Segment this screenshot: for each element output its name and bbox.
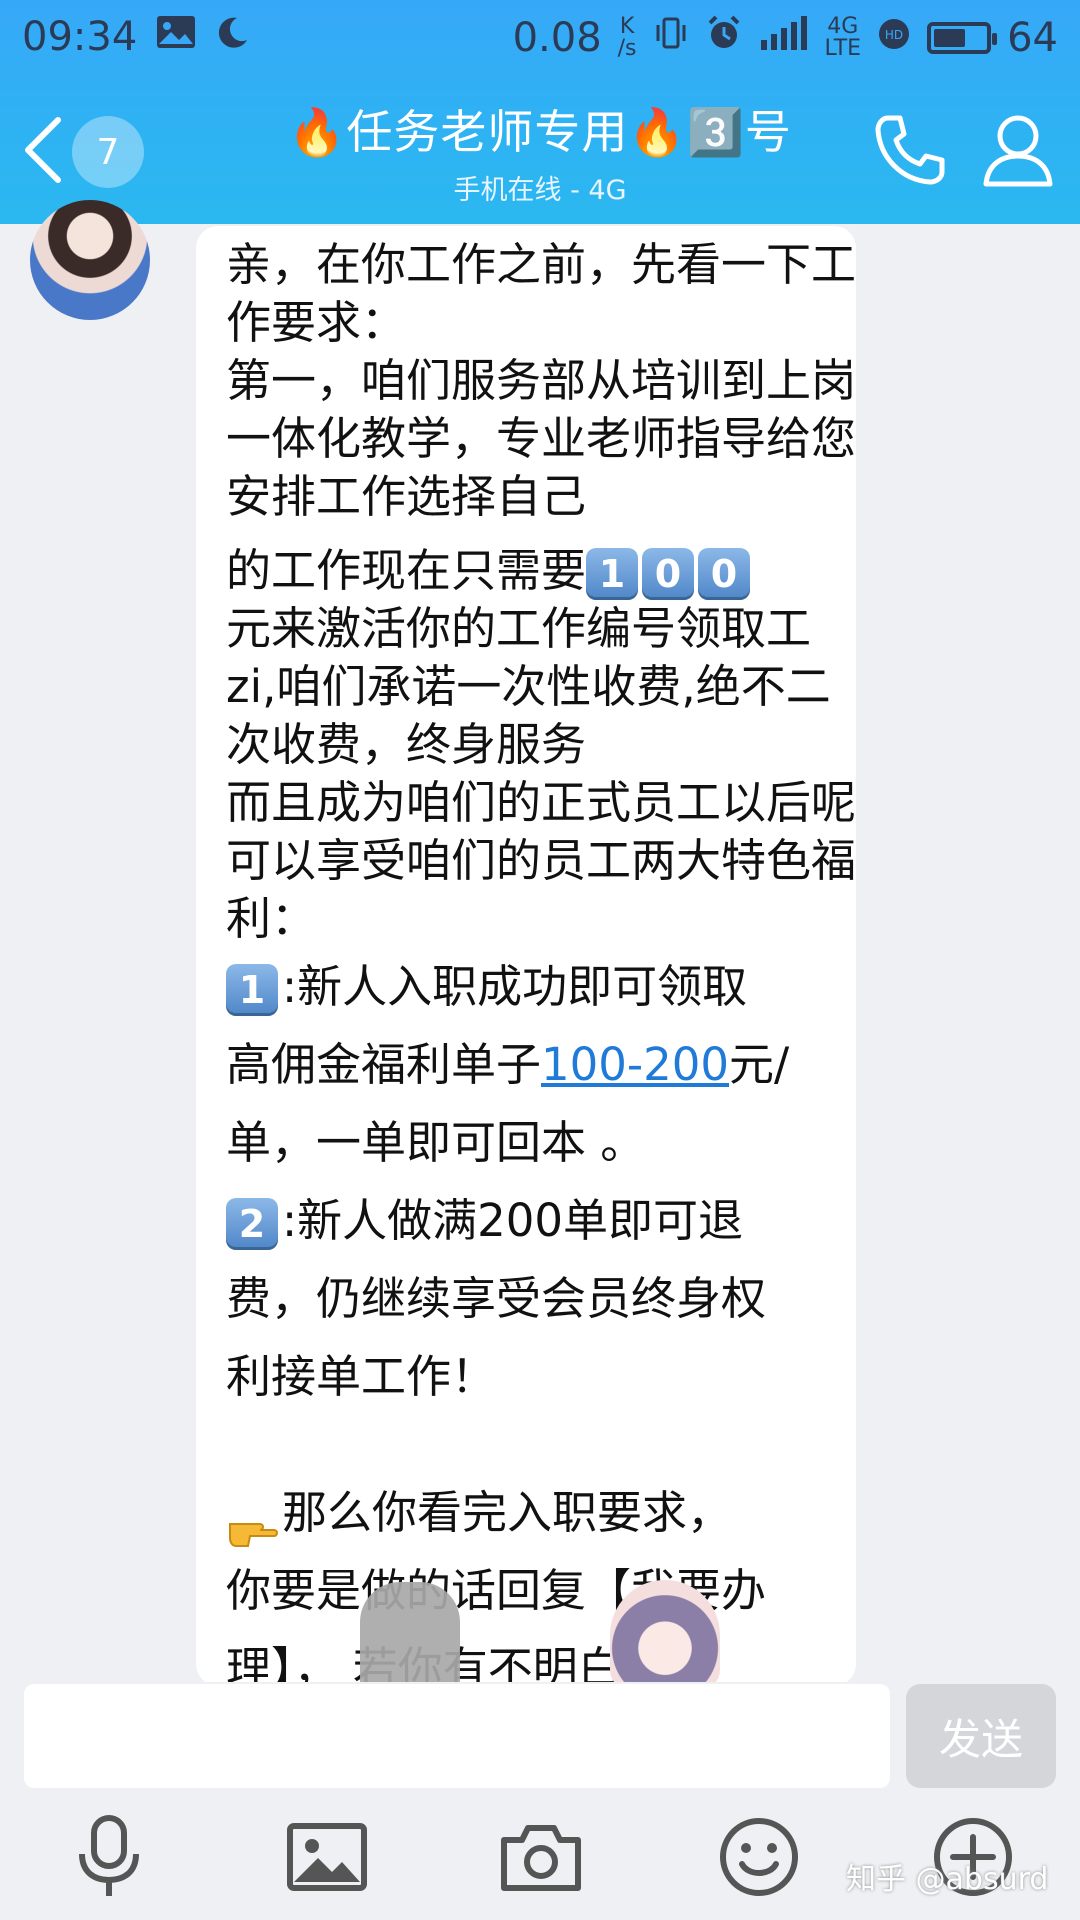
chat-header: 09:34 0.08 K/s 4G LTE HD 64 7 🔥任务老师专用🔥3️… (0, 0, 1080, 224)
message-line: 而且成为咱们的正式员工以后呢 可以享受咱们的员工两大特色福利： (226, 776, 856, 945)
keycap-digit: 0 (642, 548, 695, 600)
moon-icon (215, 14, 249, 60)
sticker-overlay (360, 1582, 460, 1692)
message-line: 元来激活你的工作编号领取工zi,咱们承诺一次性收费,绝不二次收费，终身服务 (226, 602, 831, 771)
keycap-digit: 1 (226, 964, 278, 1016)
benefit-two: 2:新人做满200单即可退 (226, 1182, 856, 1260)
back-button[interactable] (18, 110, 66, 190)
message-text: 亲，在你工作之前，先看一下工作要求： 第一，咱们服务部从培训到上岗一体化教学，专… (226, 236, 856, 1686)
message-line: 利接单工作！ (226, 1350, 497, 1403)
send-button[interactable]: 发送 (906, 1684, 1056, 1788)
signal-icon (759, 14, 809, 62)
hd-voice-icon: HD (877, 15, 911, 61)
message-line: 的工作现在只需要 1 0 0 (226, 542, 856, 600)
battery-icon (927, 22, 998, 54)
microphone-icon[interactable] (64, 1812, 154, 1902)
network-speed: 0.08 (512, 15, 602, 61)
keycap-digit: 1 (586, 548, 639, 600)
profile-icon[interactable] (980, 110, 1056, 190)
vibrate-icon (653, 15, 689, 61)
benefit-one: 1:新人入职成功即可领取 (226, 948, 856, 1026)
chat-title: 🔥任务老师专用🔥3️⃣号 (288, 105, 792, 159)
keycap-digit: 2 (226, 1198, 278, 1250)
chat-title-area[interactable]: 🔥任务老师专用🔥3️⃣号 手机在线 - 4G (200, 96, 880, 207)
message-line: 费，仍继续享受会员终身权 (226, 1272, 767, 1325)
benefit-one-detail: 高佣金福利单子100-200元/ (226, 1038, 790, 1091)
status-bar: 09:34 0.08 K/s 4G LTE HD 64 (0, 0, 1080, 72)
anime-girl-sticker (610, 1580, 720, 1690)
unread-count-badge[interactable]: 7 (72, 116, 144, 188)
message-line: 单，一单即可回本 。 (226, 1116, 646, 1169)
phone-icon[interactable] (870, 110, 950, 190)
message-input[interactable] (24, 1684, 890, 1788)
message-line: 你要是做的话回复【我要办 (226, 1564, 767, 1617)
amount-link[interactable]: 100-200 (541, 1038, 729, 1091)
alarm-icon (705, 14, 743, 62)
message-line: 理】， 若你有不明白的都 (226, 1642, 713, 1686)
image-icon[interactable] (282, 1812, 372, 1902)
svg-text:HD: HD (885, 28, 903, 42)
sender-avatar[interactable] (30, 200, 150, 320)
pointing-hand-icon (226, 1496, 282, 1547)
emoji-icon[interactable] (714, 1812, 804, 1902)
chat-subtitle: 手机在线 - 4G (453, 175, 627, 206)
network-type: 4G LTE (824, 14, 862, 61)
message-line: 第一，咱们服务部从培训到上岗一体化教学，专业老师指导给您安排工作选择自己 (226, 354, 856, 523)
message-bubble[interactable]: 亲，在你工作之前，先看一下工作要求： 第一，咱们服务部从培训到上岗一体化教学，专… (196, 226, 856, 1686)
gallery-notification-icon (155, 14, 197, 60)
message-line: 亲，在你工作之前，先看一下工作要求： (226, 238, 856, 349)
status-time: 09:34 (22, 14, 138, 60)
speed-unit: K/s (617, 14, 637, 61)
message-line: 那么你看完入职要求， (226, 1474, 856, 1552)
battery-level: 64 (1007, 15, 1058, 61)
watermark: 知乎 @absurd (846, 1862, 1049, 1897)
keycap-digit: 0 (698, 548, 751, 600)
camera-icon[interactable] (496, 1812, 586, 1902)
